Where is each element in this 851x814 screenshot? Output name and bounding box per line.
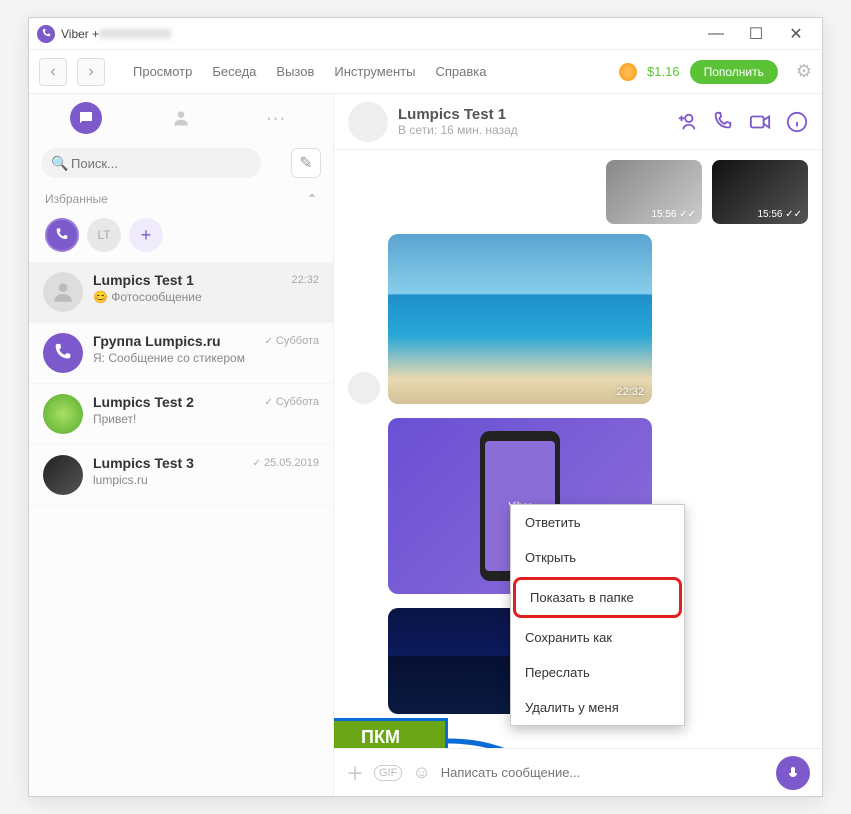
sidebar: ⋯ 🔍 ✎ Избранные ⌃ LT + xyxy=(29,94,334,796)
message-input[interactable] xyxy=(441,765,766,780)
tab-more[interactable]: ⋯ xyxy=(260,102,292,134)
chat-header: Lumpics Test 1 В сети: 16 мин. назад xyxy=(334,94,822,150)
menu-chat[interactable]: Беседа xyxy=(212,64,256,79)
favorite-lt[interactable]: LT xyxy=(87,218,121,252)
gif-icon[interactable]: GIF xyxy=(374,765,402,781)
menu-help[interactable]: Справка xyxy=(435,64,486,79)
minimize-button[interactable]: — xyxy=(708,26,724,42)
avatar xyxy=(43,333,83,373)
add-contact-icon[interactable] xyxy=(676,111,698,133)
voice-button[interactable] xyxy=(776,756,810,790)
close-button[interactable]: ✕ xyxy=(788,26,804,42)
sidebar-tabs: ⋯ xyxy=(29,94,333,142)
maximize-button[interactable]: ☐ xyxy=(748,26,764,42)
chat-item[interactable]: Lumpics Test 122:32 😊 Фотосообщение xyxy=(29,262,333,323)
titlebar: Viber +XXXXXXXXX — ☐ ✕ xyxy=(29,18,822,50)
nav-forward-button[interactable]: › xyxy=(77,58,105,86)
search-icon: 🔍 xyxy=(51,155,68,172)
chat-list: Lumpics Test 122:32 😊 Фотосообщение Груп… xyxy=(29,262,333,796)
attach-icon[interactable]: ＋ xyxy=(346,760,364,786)
video-icon[interactable] xyxy=(748,111,772,133)
app-window: Viber +XXXXXXXXX — ☐ ✕ ‹ › Просмотр Бесе… xyxy=(28,17,823,797)
ctx-save-as[interactable]: Сохранить как xyxy=(511,620,684,655)
message-image[interactable]: 15:56 ✓✓ xyxy=(606,160,702,224)
menu-tools[interactable]: Инструменты xyxy=(334,64,415,79)
favorite-add[interactable]: + xyxy=(129,218,163,252)
ctx-show-in-folder[interactable]: Показать в папке xyxy=(513,577,682,618)
header-contact-name: Lumpics Test 1 xyxy=(398,106,666,123)
ctx-open[interactable]: Открыть xyxy=(511,540,684,575)
menu-view[interactable]: Просмотр xyxy=(133,64,192,79)
chat-item[interactable]: Lumpics Test 3✓25.05.2019 lumpics.ru xyxy=(29,445,333,506)
tab-chats[interactable] xyxy=(70,102,102,134)
coin-icon xyxy=(619,63,637,81)
compose-button[interactable]: ✎ xyxy=(291,148,321,178)
ctx-reply[interactable]: Ответить xyxy=(511,505,684,540)
ctx-forward[interactable]: Переслать xyxy=(511,655,684,690)
menu-call[interactable]: Вызов xyxy=(276,64,314,79)
composer: ＋ GIF ☺ xyxy=(334,748,822,796)
call-icon[interactable] xyxy=(712,111,734,133)
chat-item[interactable]: Lumpics Test 2✓Суббота Привет! xyxy=(29,384,333,445)
menu-bar: Просмотр Беседа Вызов Инструменты Справк… xyxy=(133,64,486,79)
topup-button[interactable]: Пополнить xyxy=(690,60,778,84)
favorite-viber[interactable] xyxy=(45,218,79,252)
header-avatar[interactable] xyxy=(348,102,388,142)
context-menu: Ответить Открыть Показать в папке Сохран… xyxy=(510,504,685,726)
favorites-header[interactable]: Избранные ⌃ xyxy=(29,184,333,214)
messages-area[interactable]: 15:56 ✓✓ 15:56 ✓✓ 22:32 ↪ Viber ↪ xyxy=(334,150,822,748)
avatar xyxy=(43,394,83,434)
chat-main: Lumpics Test 1 В сети: 16 мин. назад 15:… xyxy=(334,94,822,796)
settings-icon[interactable]: ⚙ xyxy=(796,61,812,82)
message-image-beach[interactable]: 22:32 xyxy=(388,234,652,404)
tab-contacts[interactable] xyxy=(165,102,197,134)
message-avatar xyxy=(348,372,380,404)
message-image[interactable]: 15:56 ✓✓ xyxy=(712,160,808,224)
header-status: В сети: 16 мин. назад xyxy=(398,123,666,137)
avatar xyxy=(43,272,83,312)
avatar xyxy=(43,455,83,495)
search-input[interactable] xyxy=(41,148,261,178)
chat-item[interactable]: Группа Lumpics.ru✓Суббота Я: Сообщение с… xyxy=(29,323,333,384)
favorites-row: LT + xyxy=(29,214,333,262)
message-row: 22:32 ↪ xyxy=(348,234,808,404)
window-controls: — ☐ ✕ xyxy=(708,26,814,42)
header-actions xyxy=(676,111,808,133)
ctx-delete[interactable]: Удалить у меня xyxy=(511,690,684,725)
toolbar: ‹ › Просмотр Беседа Вызов Инструменты Сп… xyxy=(29,50,822,94)
nav-back-button[interactable]: ‹ xyxy=(39,58,67,86)
sticker-icon[interactable]: ☺ xyxy=(412,762,430,783)
balance-label: $1.16 xyxy=(647,64,680,79)
viber-icon xyxy=(37,25,55,43)
window-title: Viber +XXXXXXXXX xyxy=(61,27,171,41)
chevron-up-icon: ⌃ xyxy=(307,192,317,206)
thumbnail-row: 15:56 ✓✓ 15:56 ✓✓ xyxy=(348,160,808,224)
annotation-label: ПКМ xyxy=(334,718,448,748)
info-icon[interactable] xyxy=(786,111,808,133)
annotation-arrow xyxy=(448,736,548,748)
